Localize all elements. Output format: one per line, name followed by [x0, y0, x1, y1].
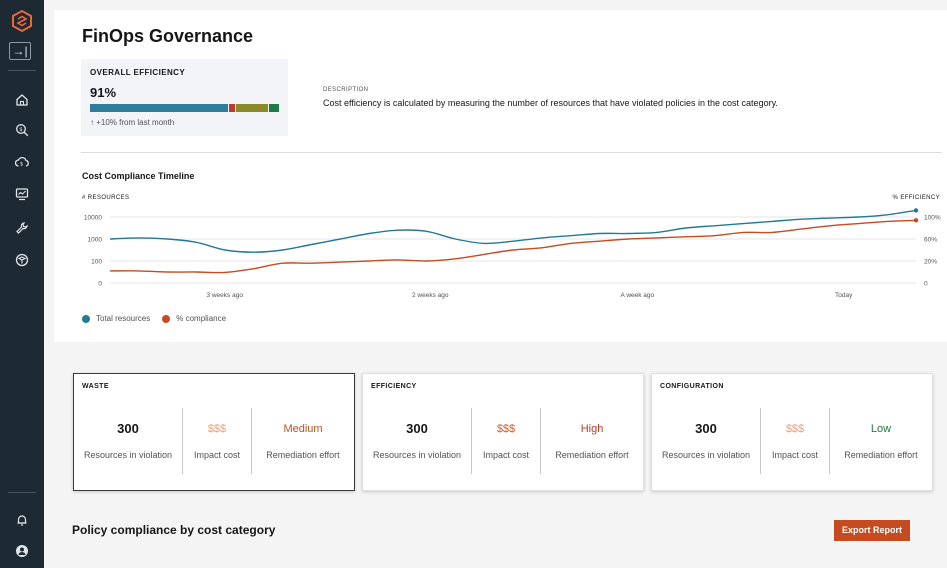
overview-card: FinOps Governance OVERALL EFFICIENCY 91%… [54, 10, 947, 342]
overall-efficiency-card: OVERALL EFFICIENCY 91% ↑ +10% from last … [81, 59, 288, 136]
impact-value: $$$ [496, 423, 516, 435]
home-icon[interactable] [12, 90, 32, 110]
user-icon[interactable] [12, 541, 32, 561]
efficiency-label: OVERALL EFFICIENCY [90, 68, 186, 77]
efficiency-change: ↑ +10% from last month [90, 118, 175, 127]
effort-value: Medium [283, 423, 323, 435]
search-cost-icon[interactable]: $ [12, 120, 32, 140]
impact-value: $$$ [785, 423, 805, 435]
impact-metric: $$$ Impact cost [472, 408, 541, 474]
resources-label: Resources in violation [372, 450, 462, 460]
resources-count: 300 [117, 421, 139, 436]
effort-value: High [580, 423, 604, 435]
expand-sidebar-button[interactable]: →| [9, 42, 31, 60]
category-title: EFFICIENCY [371, 383, 417, 390]
wrench-icon[interactable] [12, 218, 32, 238]
description-text: Cost efficiency is calculated by measuri… [323, 98, 778, 108]
effort-value: Low [870, 423, 892, 435]
effort-label: Remediation effort [555, 450, 629, 460]
policy-section-title: Policy compliance by cost category [72, 523, 276, 537]
impact-label: Impact cost [771, 450, 818, 460]
bell-icon[interactable] [12, 510, 32, 530]
sidebar-divider [8, 492, 36, 493]
efficiency-bar-segment [269, 104, 279, 112]
legend-swatch [82, 314, 90, 323]
efficiency-bar [90, 104, 280, 112]
impact-value: $$$ [207, 423, 227, 435]
legend-item[interactable]: % compliance [162, 314, 226, 323]
resources-metric: 300 Resources in violation [363, 408, 472, 474]
export-report-button[interactable]: Export Report [834, 520, 910, 541]
y-tick-label-right: 100% [924, 215, 941, 222]
x-tick-label: 2 weeks ago [412, 292, 449, 299]
y-tick-label-left: 1000 [88, 237, 103, 244]
efficiency-bar-segment [228, 104, 236, 112]
svg-text:$: $ [19, 127, 23, 133]
y-tick-label-right: 20% [924, 259, 937, 266]
sidebar-divider [8, 70, 36, 71]
series-line [109, 219, 917, 274]
category-title: CONFIGURATION [660, 383, 724, 390]
chart-legend: Total resources % compliance [82, 314, 238, 323]
right-axis-title: % EFFICIENCY [892, 195, 940, 201]
resources-count: 300 [695, 421, 717, 436]
y-tick-label-right: 0 [924, 281, 928, 288]
compliance-timeline-chart: 10000 100% 1000 60% 100 20% 0 0 3 weeks ago 2 wee… [84, 208, 941, 299]
impact-label: Impact cost [193, 450, 240, 460]
impact-metric: $$$ Impact cost [761, 408, 830, 474]
efficiency-bar-segment [236, 104, 269, 112]
sidebar: →| $ $ [0, 0, 44, 568]
legend-label: % compliance [176, 314, 227, 323]
effort-label: Remediation effort [266, 450, 340, 460]
timeline-title: Cost Compliance Timeline [82, 171, 195, 181]
resources-metric: 300 Resources in violation [74, 408, 183, 474]
y-tick-label-left: 0 [98, 281, 102, 288]
x-tick-label: Today [835, 292, 853, 299]
resources-metric: 300 Resources in violation [652, 408, 761, 474]
effort-metric: High Remediation effort [541, 408, 643, 474]
resources-count: 300 [406, 421, 428, 436]
x-tick-label: 3 weeks ago [206, 292, 243, 299]
resources-label: Resources in violation [661, 450, 751, 460]
effort-label: Remediation effort [844, 450, 918, 460]
y-tick-label-left: 10000 [84, 215, 102, 222]
category-card-configuration[interactable]: CONFIGURATION 300 Resources in violation… [651, 373, 933, 491]
series-end-point [913, 208, 919, 213]
y-tick-label-left: 100 [91, 259, 102, 266]
impact-metric: $$$ Impact cost [183, 408, 252, 474]
dashboard-icon[interactable] [12, 184, 32, 204]
logo-icon [11, 9, 33, 33]
impact-label: Impact cost [482, 450, 529, 460]
category-card-waste[interactable]: WASTE 300 Resources in violation $$$ Imp… [73, 373, 355, 491]
legend-label: Total resources [96, 314, 151, 323]
category-title: WASTE [82, 383, 109, 390]
cloud-icon[interactable]: $ [12, 152, 32, 172]
divider [81, 152, 942, 153]
effort-metric: Medium Remediation effort [252, 408, 354, 474]
resources-label: Resources in violation [83, 450, 173, 460]
cube-icon[interactable] [12, 250, 32, 270]
effort-metric: Low Remediation effort [830, 408, 932, 474]
x-tick-label: A week ago [621, 292, 655, 299]
y-tick-label-right: 60% [924, 237, 937, 244]
efficiency-value: 91% [90, 85, 117, 100]
category-card-efficiency[interactable]: EFFICIENCY 300 Resources in violation $$… [362, 373, 644, 491]
series-end-point [913, 218, 919, 223]
efficiency-bar-segment [90, 104, 228, 112]
svg-text:$: $ [20, 162, 23, 168]
left-axis-title: # RESOURCES [82, 195, 130, 201]
description-label: DESCRIPTION [323, 87, 369, 93]
legend-swatch [162, 314, 171, 323]
legend-item[interactable]: Total resources [82, 314, 150, 323]
page-title: FinOps Governance [82, 26, 254, 46]
main-content: FinOps Governance OVERALL EFFICIENCY 91%… [44, 10, 947, 568]
